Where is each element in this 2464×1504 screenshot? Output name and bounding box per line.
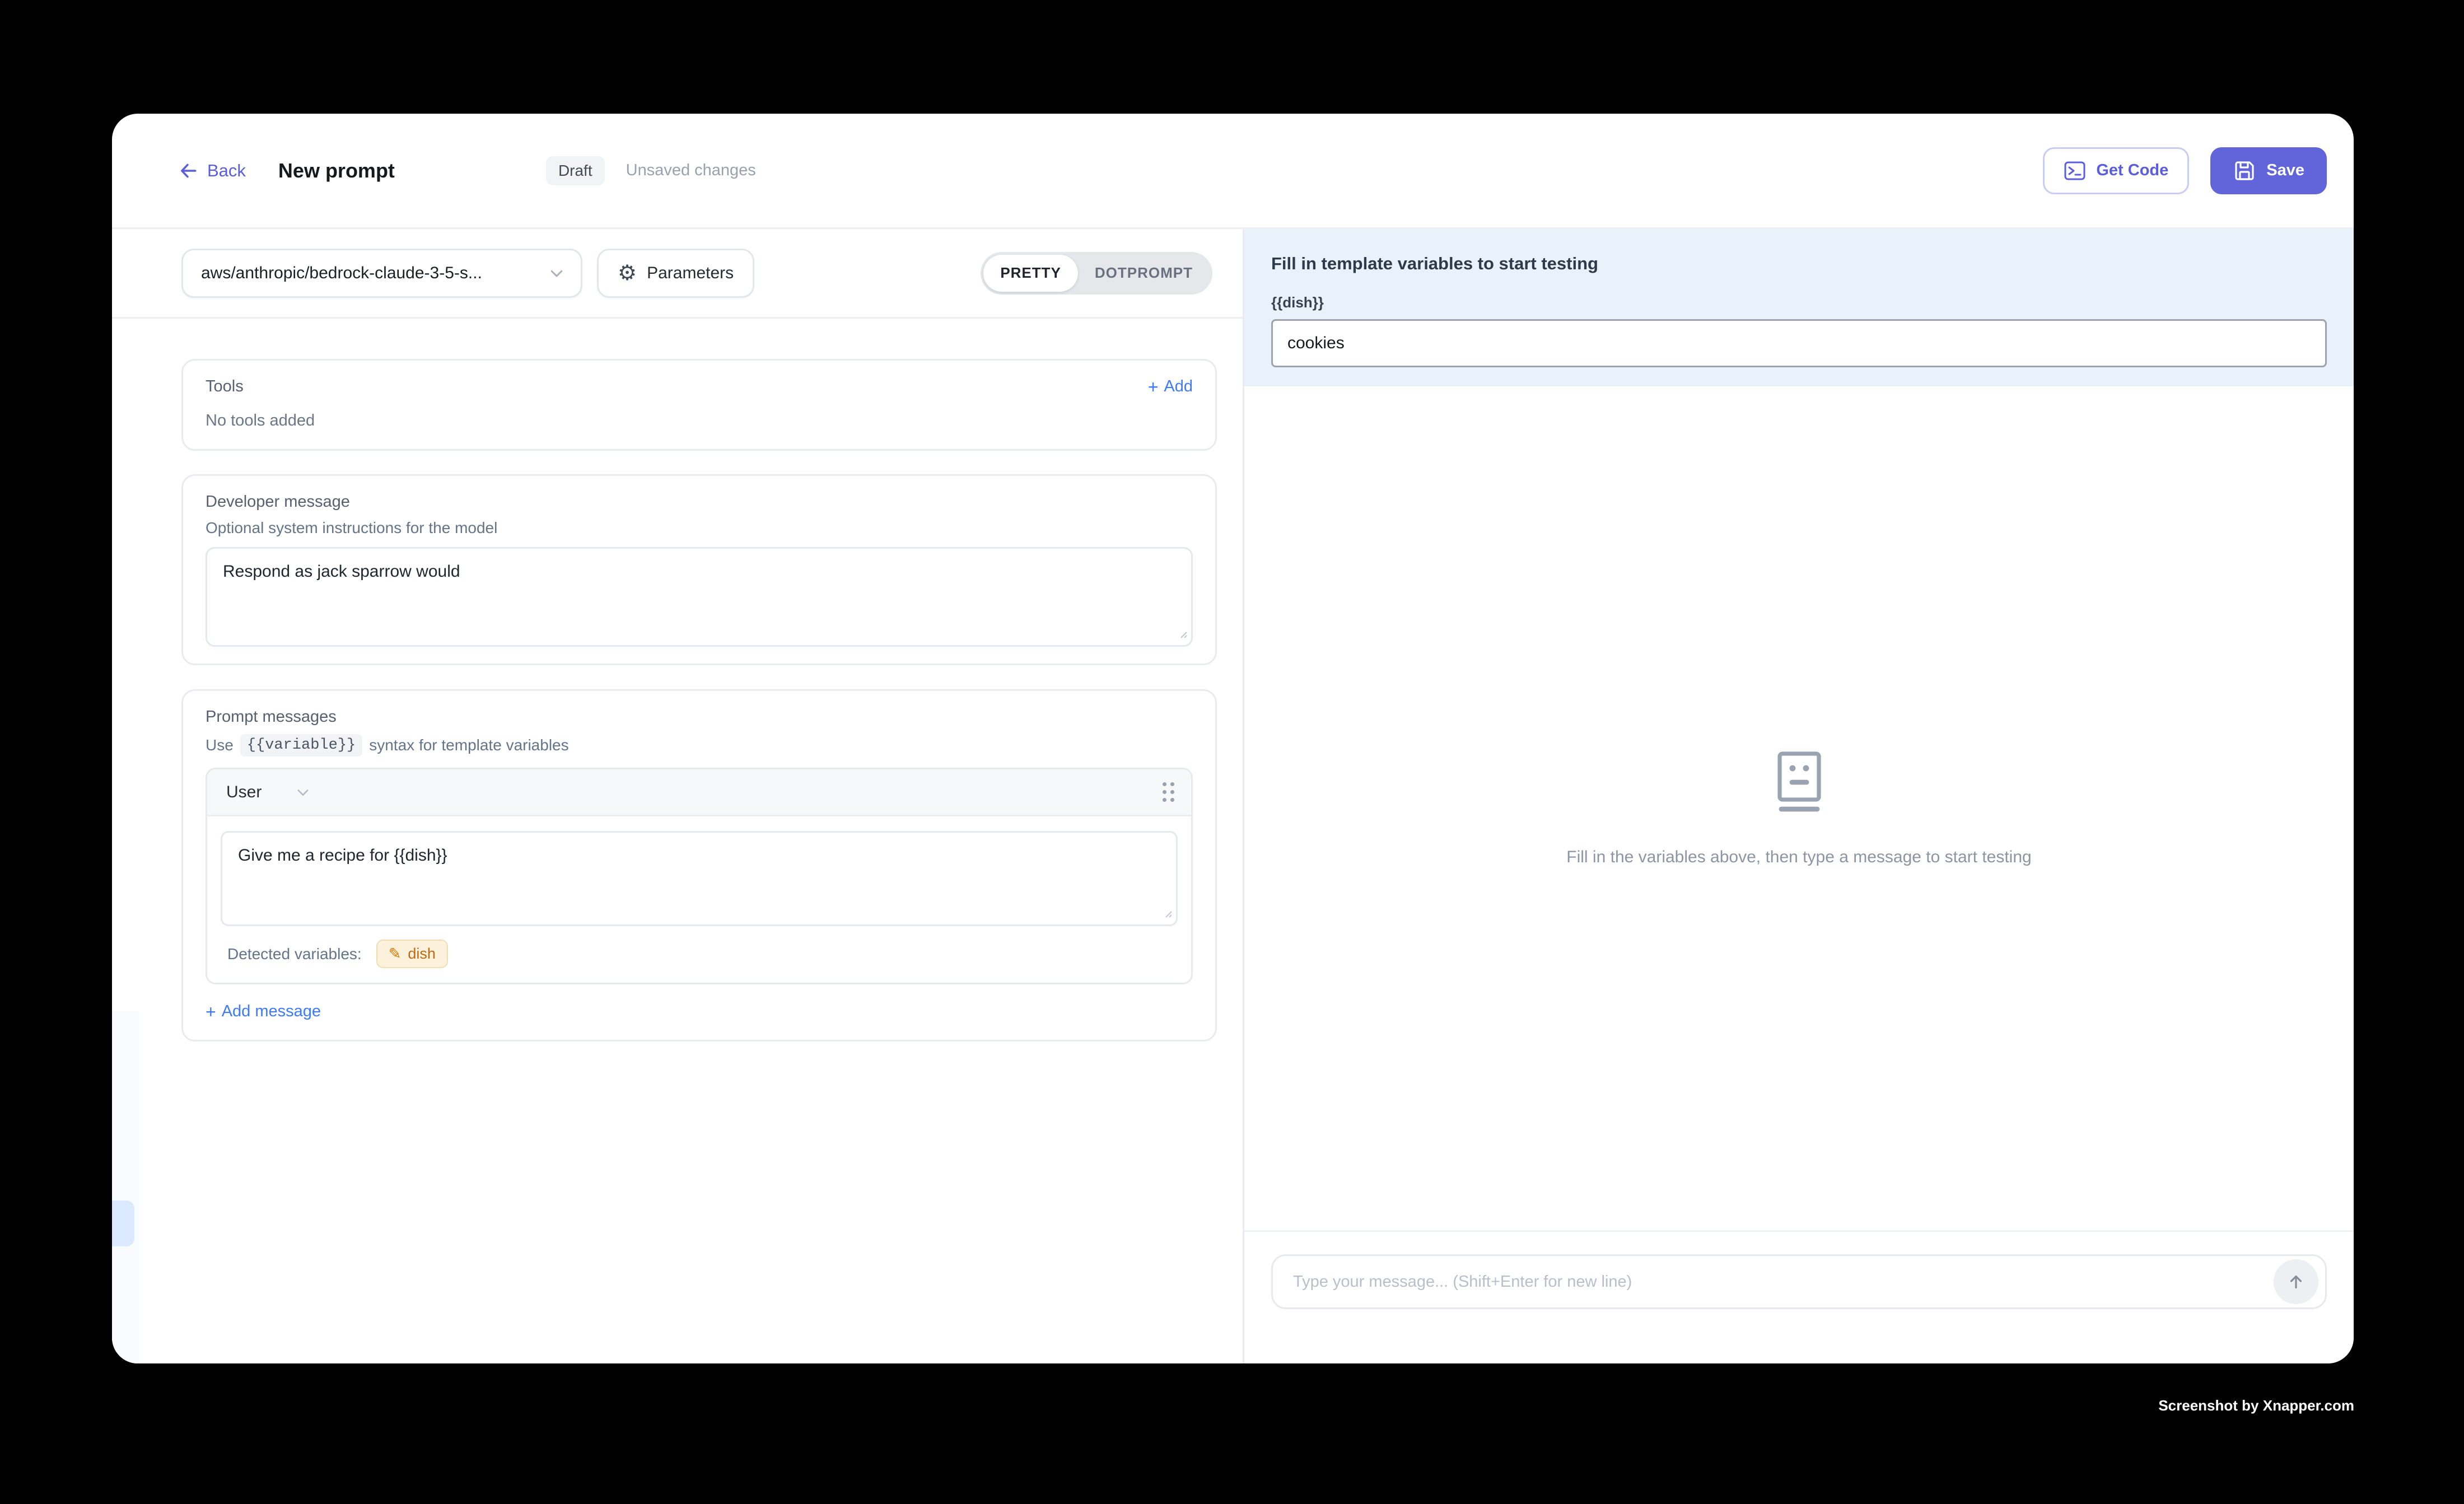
detected-variables-row: Detected variables: ✎ dish — [221, 940, 1178, 968]
prompt-messages-subtitle: Use {{variable}} syntax for template var… — [206, 734, 1193, 756]
chevron-down-icon — [548, 265, 565, 282]
template-variables-heading: Fill in template variables to start test… — [1271, 254, 2327, 274]
editor-content: Tools + Add No tools added Developer mes… — [112, 319, 1243, 1363]
subtitle-prefix: Use — [206, 736, 234, 754]
plus-icon: + — [206, 1003, 216, 1021]
chevron-down-icon — [295, 784, 311, 800]
message-field-wrap: Give me a recipe for {{dish}} — [221, 831, 1178, 926]
arrow-left-icon — [178, 160, 199, 181]
app-window: Back New prompt Draft Unsaved changes Ge… — [112, 114, 2354, 1363]
add-message-label: Add message — [222, 1002, 321, 1021]
subtitle-suffix: syntax for template variables — [369, 736, 568, 754]
variable-value-input[interactable] — [1271, 319, 2327, 367]
developer-message-section: Developer message Optional system instru… — [181, 474, 1217, 665]
screenshot-stage: Back New prompt Draft Unsaved changes Ge… — [0, 0, 2464, 1504]
save-button[interactable]: Save — [2210, 147, 2327, 194]
chat-message-input[interactable] — [1293, 1273, 2274, 1291]
developer-message-input[interactable]: Respond as jack sparrow would — [206, 547, 1193, 647]
pencil-icon: ✎ — [389, 946, 402, 961]
role-selector[interactable]: User — [226, 783, 311, 802]
get-code-label: Get Code — [2096, 161, 2168, 180]
variable-field-label: {{dish}} — [1271, 294, 2327, 311]
template-variables-panel: Fill in template variables to start test… — [1244, 229, 2354, 386]
chat-empty-state: Fill in the variables above, then type a… — [1244, 386, 2354, 1230]
message-content-input[interactable]: Give me a recipe for {{dish}} — [221, 831, 1178, 926]
composer-box — [1271, 1254, 2327, 1309]
tools-title: Tools — [206, 377, 244, 396]
drag-handle-icon[interactable] — [1163, 782, 1174, 802]
developer-message-title: Developer message — [206, 493, 1193, 511]
variable-badge-name: dish — [408, 945, 436, 963]
main-split: aws/anthropic/bedrock-claude-3-5-s... ⚙ … — [112, 229, 2354, 1363]
parameters-label: Parameters — [647, 264, 734, 283]
variable-syntax-chip: {{variable}} — [240, 734, 362, 756]
prompt-messages-title: Prompt messages — [206, 708, 1193, 726]
toggle-option-pretty[interactable]: PRETTY — [983, 255, 1078, 292]
tools-empty-text: No tools added — [206, 412, 1193, 430]
developer-message-field-wrap: Respond as jack sparrow would — [206, 547, 1193, 647]
variable-badge[interactable]: ✎ dish — [376, 940, 448, 968]
message-header: User — [207, 769, 1191, 816]
message-body: Give me a recipe for {{dish}} Detected v… — [207, 816, 1191, 983]
collapsed-sidebar — [112, 1011, 139, 1363]
developer-message-subtitle: Optional system instructions for the mod… — [206, 519, 1193, 537]
status-badge: Draft — [546, 156, 605, 185]
add-tool-button[interactable]: + Add — [1148, 377, 1193, 396]
detected-variables-label: Detected variables: — [227, 945, 362, 963]
save-icon — [2233, 159, 2256, 183]
prompt-messages-section: Prompt messages Use {{variable}} syntax … — [181, 689, 1217, 1041]
plus-icon: + — [1148, 378, 1159, 396]
tester-pane: Fill in template variables to start test… — [1244, 229, 2354, 1363]
gear-icon: ⚙ — [618, 263, 637, 284]
role-selector-value: User — [226, 783, 262, 802]
page-title: New prompt — [278, 159, 395, 183]
arrow-up-icon — [2285, 1271, 2307, 1292]
parameters-button[interactable]: ⚙ Parameters — [597, 249, 754, 298]
tools-section: Tools + Add No tools added — [181, 359, 1217, 451]
tools-header: Tools + Add — [206, 377, 1193, 396]
get-code-button[interactable]: Get Code — [2043, 147, 2189, 194]
editor-toolbar: aws/anthropic/bedrock-claude-3-5-s... ⚙ … — [112, 229, 1243, 319]
send-button[interactable] — [2274, 1259, 2318, 1304]
header-actions: Get Code Save — [2043, 147, 2327, 194]
composer-area — [1244, 1230, 2354, 1363]
add-tool-label: Add — [1164, 377, 1193, 396]
view-mode-toggle: PRETTY DOTPROMPT — [981, 252, 1212, 295]
model-selector[interactable]: aws/anthropic/bedrock-claude-3-5-s... — [181, 249, 582, 298]
back-button[interactable]: Back — [178, 160, 246, 181]
unsaved-changes-text: Unsaved changes — [626, 161, 756, 180]
save-label: Save — [2266, 161, 2304, 180]
editor-pane: aws/anthropic/bedrock-claude-3-5-s... ⚙ … — [112, 229, 1244, 1363]
terminal-icon — [2064, 160, 2086, 182]
sidebar-active-item — [112, 1201, 134, 1246]
toggle-option-dotprompt[interactable]: DOTPROMPT — [1078, 255, 1210, 292]
bot-face-icon — [1772, 750, 1826, 813]
watermark-text: Screenshot by Xnapper.com — [2158, 1397, 2354, 1414]
prompt-message-item: User G — [206, 768, 1193, 984]
model-selector-value: aws/anthropic/bedrock-claude-3-5-s... — [201, 264, 548, 283]
app-header: Back New prompt Draft Unsaved changes Ge… — [112, 114, 2354, 229]
chat-empty-text: Fill in the variables above, then type a… — [1566, 848, 2031, 867]
add-message-button[interactable]: + Add message — [206, 1002, 1193, 1021]
back-label: Back — [207, 161, 246, 181]
